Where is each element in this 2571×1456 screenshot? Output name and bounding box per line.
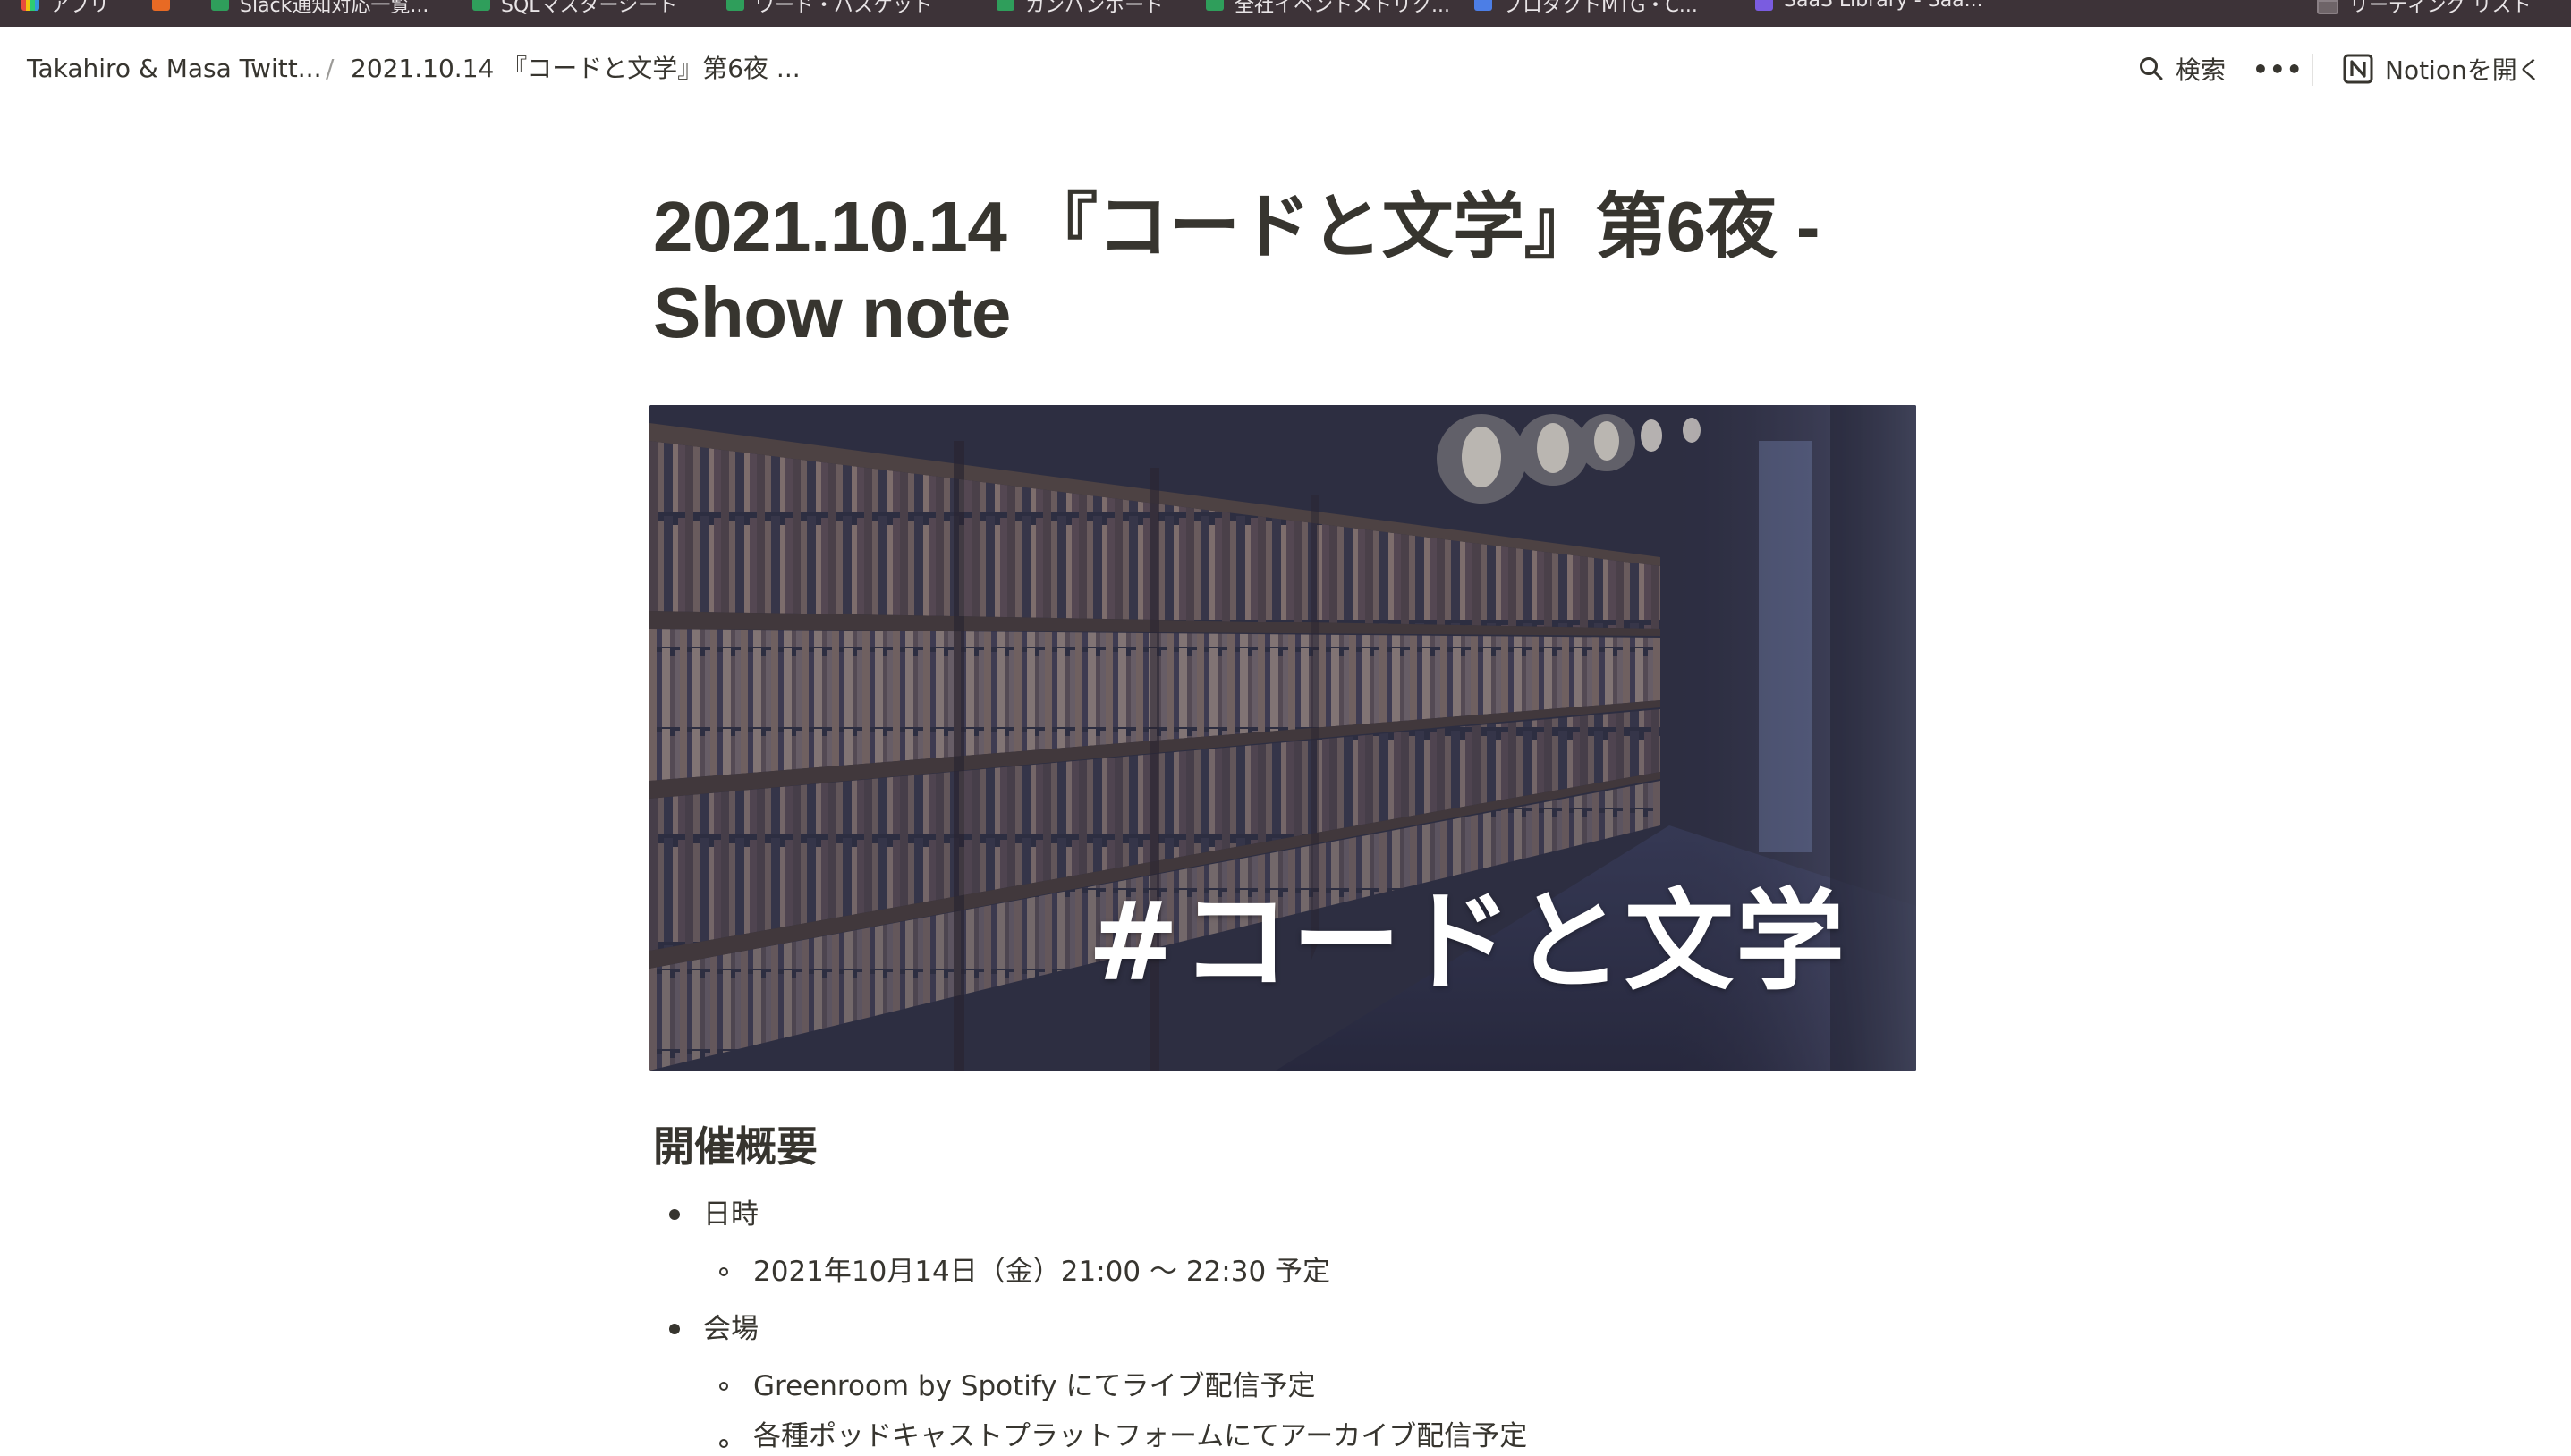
sheets-icon [726,0,744,11]
bullet-disc-icon [669,1209,680,1220]
notion-logo-icon [2343,54,2373,84]
orange-app-icon [152,0,170,11]
list-item-venue-live[interactable]: Greenroom by Spotify にてライブ配信予定 [753,1367,1315,1406]
bullet-disc-icon [669,1324,680,1334]
section-heading[interactable]: 開催概要 [653,1118,818,1175]
bookmark-product-mtg[interactable]: プロダクトMTG・C... [1474,0,1698,27]
list-item-datetime-value[interactable]: 2021年10月14日（金）21:00 〜 22:30 予定 [753,1252,1330,1291]
sheets-icon [472,0,490,11]
page-title[interactable]: 2021.10.14 『コードと文学』第6夜 - Show note [653,184,1905,356]
bookmark-apps[interactable]: アプリ [21,0,109,27]
sheets-icon [997,0,1014,11]
search-icon [2140,57,2163,80]
sheets-icon [211,0,229,11]
bullet-circle-icon [719,1439,728,1448]
breadcrumb-current[interactable]: 2021.10.14 『コードと文学』第6夜 ... [351,54,801,84]
more-options-button[interactable]: ••• [2253,47,2304,91]
bullet-circle-icon [719,1382,728,1391]
cover-hashtag-text: #コードと文学 [1087,876,1846,1005]
bookmark-orange-app[interactable] [152,0,181,27]
bullet-circle-icon [719,1267,728,1276]
list-item-venue[interactable]: 会場 [703,1309,759,1349]
page-title-line1: 2021.10.14 『コードと文学』第6夜 - [653,187,1820,267]
apps-grid-icon [21,0,39,11]
bookmark-sql-sheet[interactable]: SQLマスターシート [472,0,677,27]
bookmark-slack-sheet[interactable]: Slack通知対応一覧... [211,0,428,27]
cover-image: #コードと文学 [649,405,1916,1071]
bookmark-reading-list[interactable]: リーディング リスト [2317,0,2531,27]
search-button[interactable]: 検索 [2138,47,2226,91]
docs-icon [1474,0,1492,11]
topbar-divider [2312,54,2313,86]
bookmark-saas-library[interactable]: SaaS Library - Saa... [1755,0,1983,27]
search-label: 検索 [2176,55,2227,85]
open-in-notion-button[interactable]: Notionを開く [2342,47,2542,91]
bookmark-word-basket[interactable]: ワード・バスケット [726,0,932,27]
sheets-icon [1206,0,1224,11]
open-in-notion-label: Notionを開く [2385,55,2542,85]
bookmark-kanban[interactable]: カンバンボード [997,0,1164,27]
breadcrumb-parent[interactable]: Takahiro & Masa Twitt... [27,54,321,84]
list-item-datetime[interactable]: 日時 [703,1195,759,1234]
more-dots-icon: ••• [2253,54,2304,84]
bookmark-event-metrics[interactable]: 全社イベントメトリク... [1206,0,1450,27]
saas-icon [1755,0,1773,11]
reading-list-icon [2317,0,2338,14]
page-title-line2: Show note [653,273,1011,352]
breadcrumb-separator: / [326,54,335,83]
bookmarks-bar: アプリ Slack通知対応一覧... SQLマスターシート ワード・バスケット … [0,0,2571,27]
list-item-venue-archive[interactable]: 各種ポッドキャストプラットフォームにてアーカイブ配信予定 [753,1417,1527,1456]
